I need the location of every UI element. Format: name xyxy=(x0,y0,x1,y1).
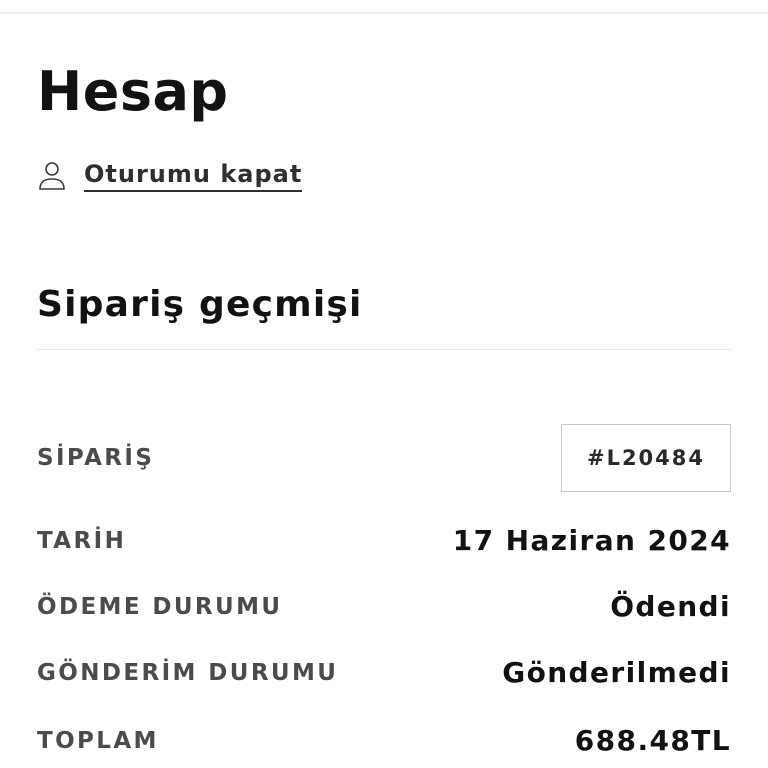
logout-label: Oturumu kapat xyxy=(84,160,303,192)
shipping-status-label: GÖNDERİM DURUMU xyxy=(37,659,339,686)
order-history-title: Sipariş geçmişi xyxy=(37,284,363,325)
order-date-row: TARİH 17 Haziran 2024 xyxy=(37,524,731,557)
user-icon xyxy=(38,161,66,191)
order-number-row: SİPARİŞ #L20484 xyxy=(37,424,731,492)
payment-status-value: Ödendi xyxy=(610,590,731,623)
payment-status-row: ÖDEME DURUMU Ödendi xyxy=(37,590,731,623)
total-label: TOPLAM xyxy=(37,727,159,754)
order-date-label: TARİH xyxy=(37,527,127,554)
shipping-status-row: GÖNDERİM DURUMU Gönderilmedi xyxy=(37,656,731,689)
total-value: 688.48TL xyxy=(574,724,731,757)
section-divider xyxy=(37,349,731,350)
top-border xyxy=(0,0,768,14)
page-title: Hesap xyxy=(37,60,229,123)
payment-status-label: ÖDEME DURUMU xyxy=(37,593,283,620)
total-row: TOPLAM 688.48TL xyxy=(37,724,731,757)
order-date-value: 17 Haziran 2024 xyxy=(452,524,731,557)
shipping-status-value: Gönderilmedi xyxy=(502,656,731,689)
order-number-label: SİPARİŞ xyxy=(37,445,155,471)
logout-link[interactable]: Oturumu kapat xyxy=(38,160,303,192)
order-number-link[interactable]: #L20484 xyxy=(561,424,731,492)
